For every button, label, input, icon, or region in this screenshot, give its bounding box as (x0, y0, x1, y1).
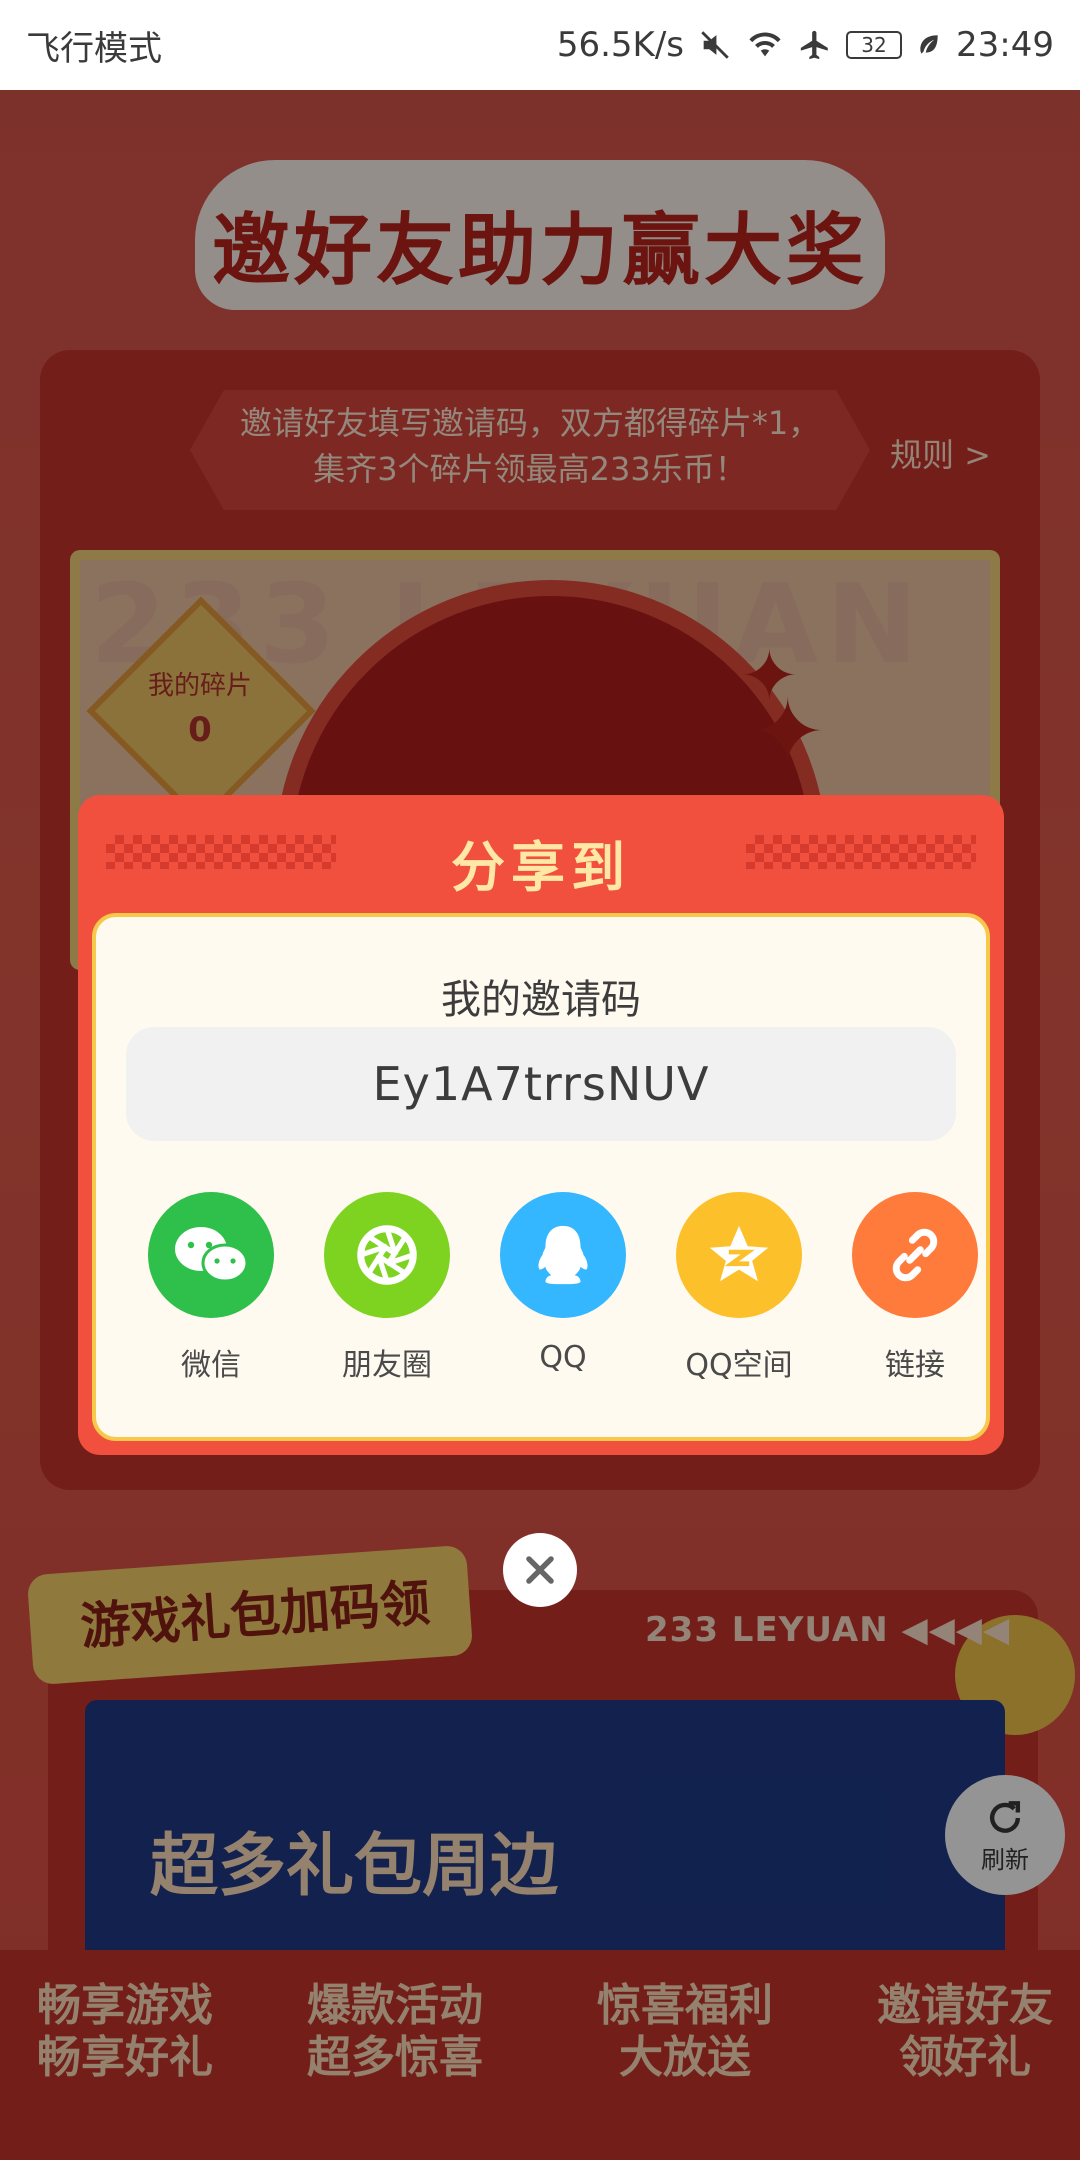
share-link[interactable]: 链接 (827, 1192, 1003, 1384)
invite-code-box[interactable]: Ey1A7trrsNUV (126, 1027, 956, 1141)
status-right: 56.5K/s 32 23:49 (557, 25, 1054, 65)
link-icon (852, 1192, 978, 1318)
mute-icon (698, 28, 732, 62)
modal-body: 我的邀请码 Ey1A7trrsNUV 微信 朋友圈 QQ QQ空间 链接 (92, 913, 990, 1441)
share-label: QQ (539, 1340, 587, 1375)
airplane-icon (798, 28, 832, 62)
moments-icon (324, 1192, 450, 1318)
share-label: 链接 (885, 1348, 945, 1383)
network-speed: 56.5K/s (556, 25, 685, 65)
invite-code-label: 我的邀请码 (441, 977, 641, 1023)
qq-icon (500, 1192, 626, 1318)
battery-level: 32 (861, 33, 887, 57)
share-targets: 微信 朋友圈 QQ QQ空间 链接 (96, 1192, 986, 1392)
invite-code-value: Ey1A7trrsNUV (372, 1057, 710, 1111)
share-wechat[interactable]: 微信 (123, 1192, 299, 1384)
leaf-icon (916, 30, 942, 60)
status-mode: 飞行模式 (26, 28, 162, 69)
close-button[interactable] (503, 1533, 577, 1607)
share-label: 微信 (181, 1348, 241, 1383)
share-label: 朋友圈 (342, 1348, 432, 1383)
share-modal: 分享到 我的邀请码 Ey1A7trrsNUV 微信 朋友圈 QQ QQ空间 链接 (78, 795, 1004, 1455)
battery-icon: 32 (846, 31, 903, 59)
qzone-icon (676, 1192, 802, 1318)
share-qzone[interactable]: QQ空间 (651, 1192, 827, 1384)
clock: 23:49 (956, 25, 1054, 65)
share-label: QQ空间 (685, 1348, 793, 1383)
wechat-icon (148, 1192, 274, 1318)
share-moments[interactable]: 朋友圈 (299, 1192, 475, 1384)
status-bar: 飞行模式 56.5K/s 32 23:49 (0, 0, 1080, 90)
close-icon (526, 1556, 554, 1584)
share-qq[interactable]: QQ (475, 1192, 651, 1375)
modal-title: 分享到 (451, 836, 631, 899)
wifi-icon (746, 28, 784, 62)
